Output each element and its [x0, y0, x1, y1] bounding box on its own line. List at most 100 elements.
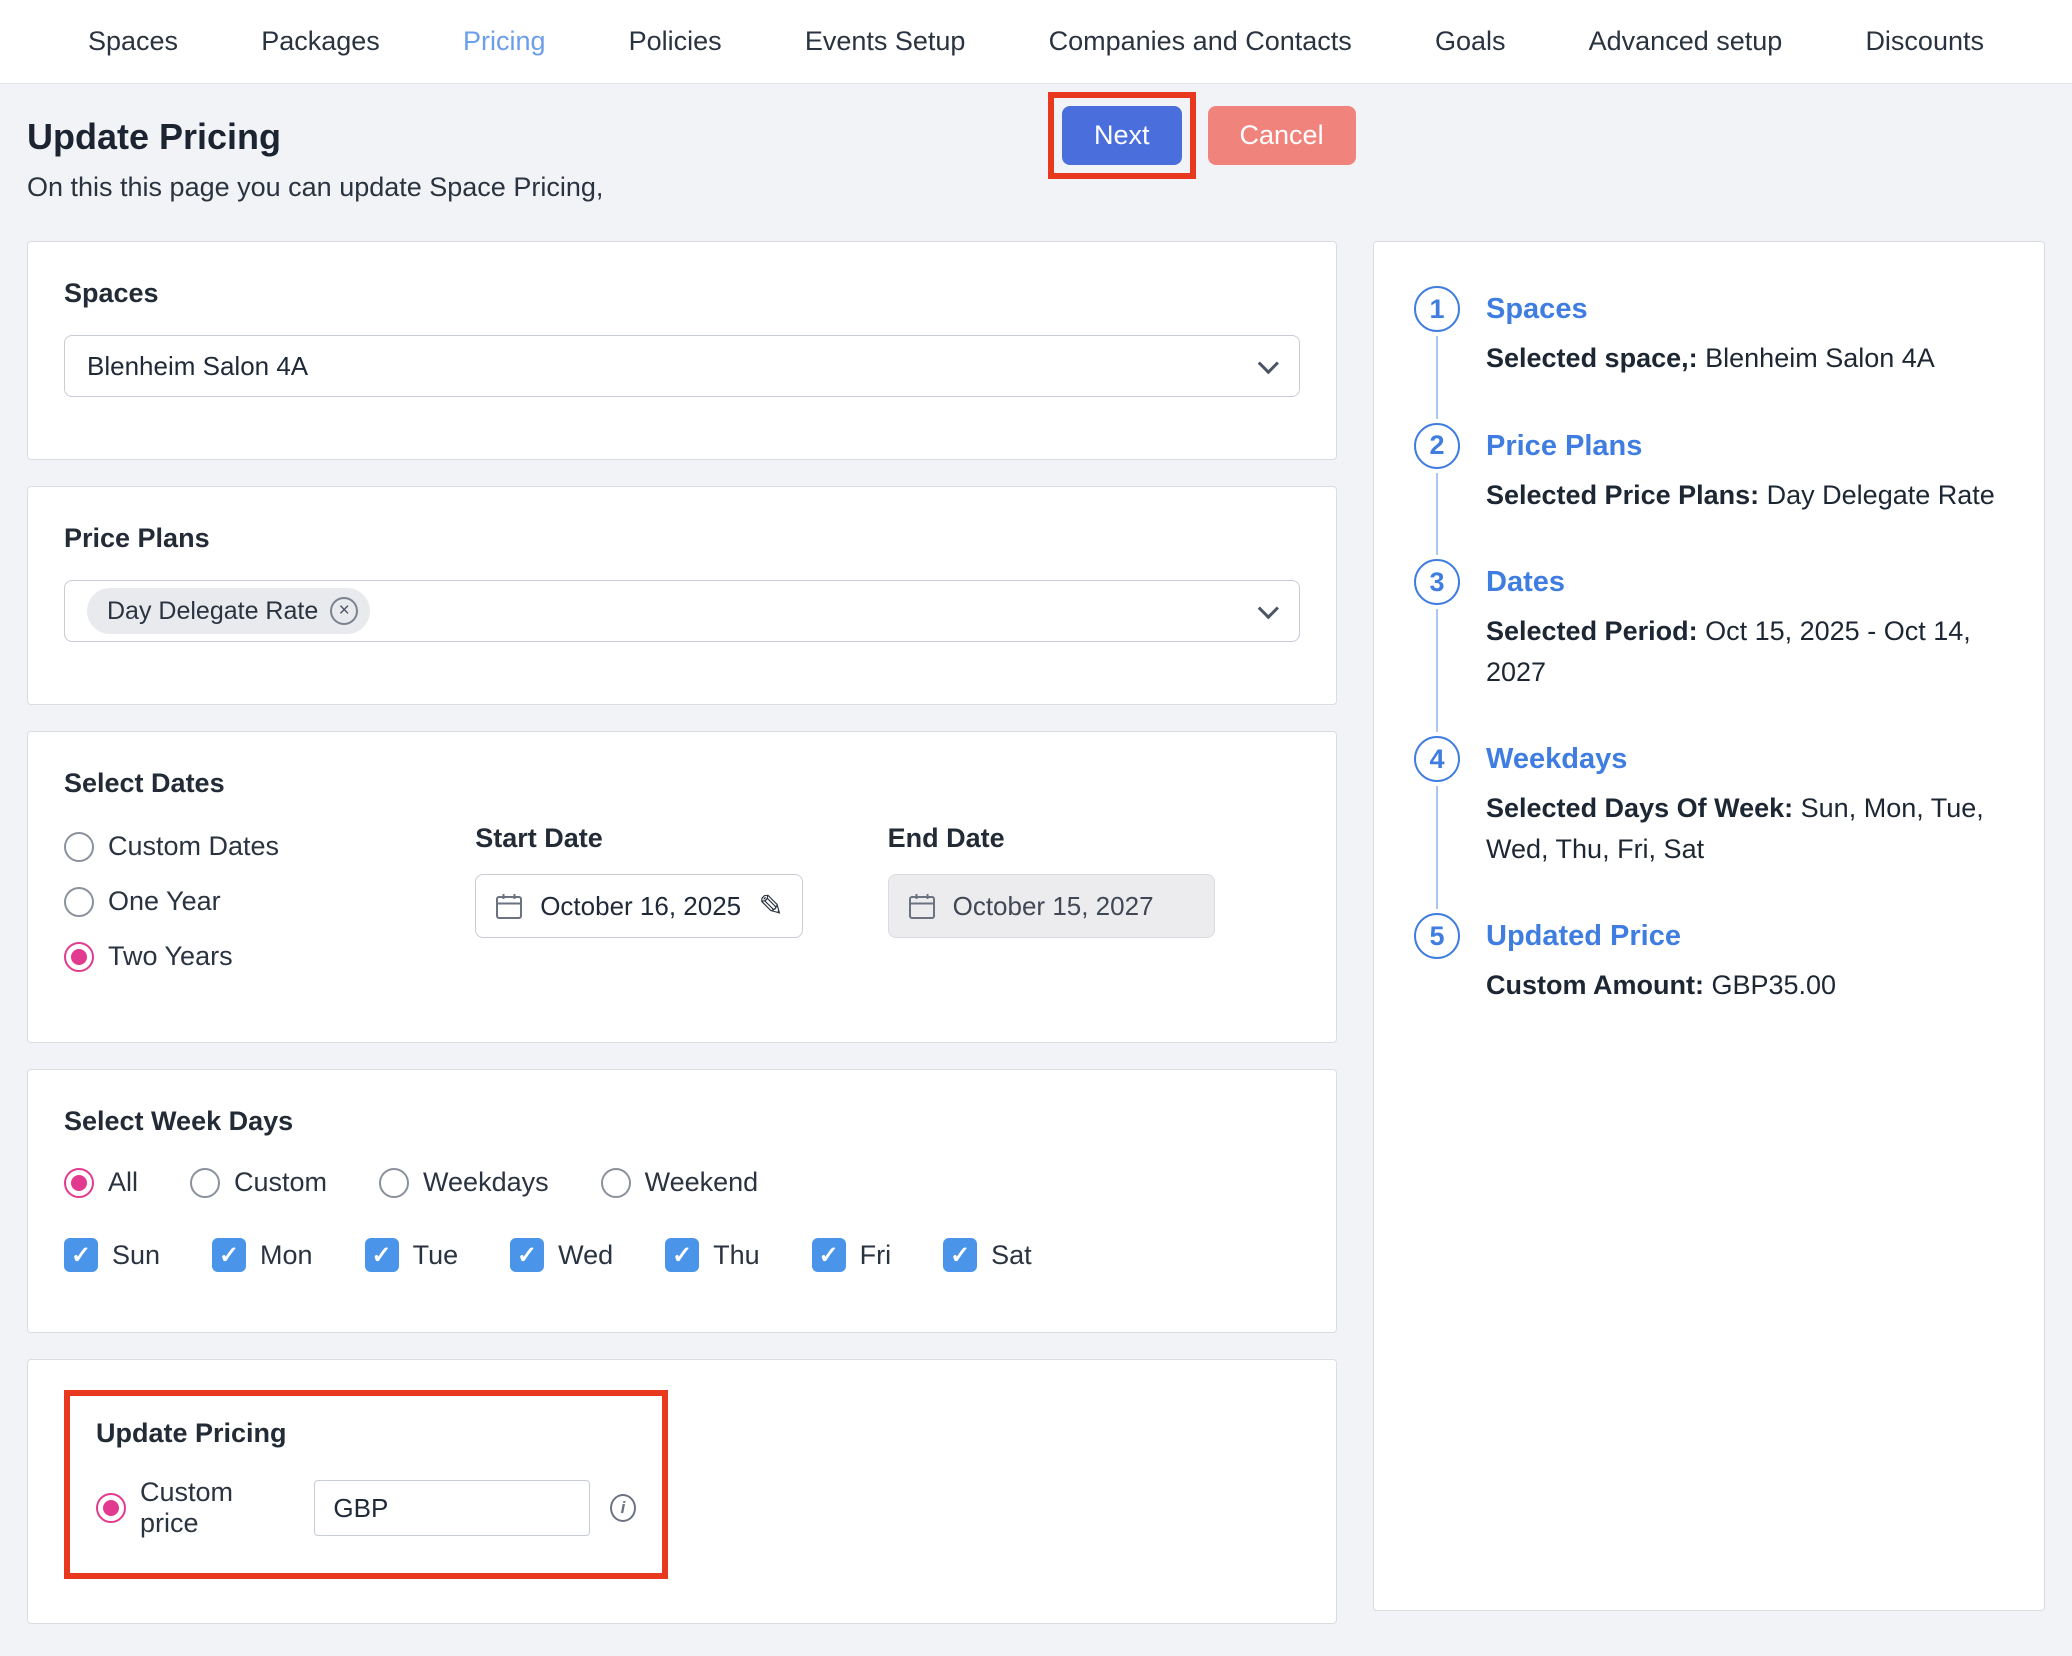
day-checkbox-sun[interactable]: ✓ Sun	[64, 1238, 160, 1272]
tab-discounts[interactable]: Discounts	[1865, 26, 1984, 57]
tab-packages[interactable]: Packages	[261, 26, 380, 57]
checkbox-checked-icon: ✓	[812, 1238, 846, 1272]
radio-icon	[379, 1168, 409, 1198]
price-plans-card-label: Price Plans	[64, 523, 1300, 554]
start-date-input[interactable]: October 16, 2025 ✎	[475, 874, 802, 938]
chevron-down-icon	[1258, 353, 1279, 374]
step-title[interactable]: Weekdays	[1486, 736, 2004, 782]
summary-column: 1 Spaces Selected space,: Blenheim Salon…	[1373, 241, 2045, 1611]
checkbox-checked-icon: ✓	[665, 1238, 699, 1272]
radio-one-year[interactable]: One Year	[64, 886, 475, 917]
update-pricing-card: Update Pricing Custom price GBP i	[27, 1359, 1337, 1624]
cancel-button[interactable]: Cancel	[1208, 106, 1356, 165]
tab-goals[interactable]: Goals	[1435, 26, 1506, 57]
summary-step-price-plans: 2 Price Plans Selected Price Plans: Day …	[1414, 423, 2004, 560]
checkbox-checked-icon: ✓	[510, 1238, 544, 1272]
spaces-select[interactable]: Blenheim Salon 4A	[64, 335, 1300, 397]
checkbox-checked-icon: ✓	[212, 1238, 246, 1272]
tab-pricing[interactable]: Pricing	[463, 26, 546, 57]
next-button[interactable]: Next	[1062, 106, 1182, 165]
summary-step-dates: 3 Dates Selected Period: Oct 15, 2025 - …	[1414, 559, 2004, 736]
step-connector	[1436, 336, 1438, 419]
step-field-label: Custom Amount:	[1486, 970, 1704, 1000]
date-range-options: Custom Dates One Year Two Years	[64, 823, 475, 972]
start-date-group: Start Date October 16, 2025 ✎	[475, 823, 802, 972]
radio-icon-checked	[96, 1493, 126, 1523]
checkbox-checked-icon: ✓	[64, 1238, 98, 1272]
radio-all[interactable]: All	[64, 1167, 138, 1198]
radio-weekend[interactable]: Weekend	[601, 1167, 759, 1198]
radio-icon	[601, 1168, 631, 1198]
price-plan-chip-label: Day Delegate Rate	[107, 597, 318, 626]
currency-label: GBP	[315, 1493, 404, 1524]
day-checkboxes: ✓ Sun ✓ Mon ✓ Tue ✓ Wed ✓ Thu	[64, 1238, 1300, 1272]
header-actions: Next Cancel	[1048, 92, 1356, 179]
summary-step-spaces: 1 Spaces Selected space,: Blenheim Salon…	[1414, 286, 2004, 423]
tab-companies-and-contacts[interactable]: Companies and Contacts	[1049, 26, 1352, 57]
calendar-icon	[494, 891, 524, 921]
update-pricing-highlight-box: Update Pricing Custom price GBP i	[64, 1390, 668, 1579]
day-checkbox-sat[interactable]: ✓ Sat	[943, 1238, 1032, 1272]
step-field-label: Selected Price Plans:	[1486, 480, 1759, 510]
spaces-card-label: Spaces	[64, 278, 1300, 309]
select-week-days-card: Select Week Days All Custom Weekdays Wee…	[27, 1069, 1337, 1333]
custom-price-input-group: GBP	[314, 1480, 590, 1536]
day-checkbox-thu[interactable]: ✓ Thu	[665, 1238, 760, 1272]
select-dates-card: Select Dates Custom Dates One Year Two Y…	[27, 731, 1337, 1043]
spaces-selected-value: Blenheim Salon 4A	[87, 351, 308, 382]
radio-two-years[interactable]: Two Years	[64, 941, 475, 972]
day-checkbox-wed[interactable]: ✓ Wed	[510, 1238, 613, 1272]
radio-icon	[64, 887, 94, 917]
day-checkbox-mon[interactable]: ✓ Mon	[212, 1238, 313, 1272]
step-connector	[1436, 473, 1438, 556]
edit-icon[interactable]: ✎	[758, 889, 783, 924]
step-value: Blenheim Salon 4A	[1705, 343, 1935, 373]
tab-advanced-setup[interactable]: Advanced setup	[1589, 26, 1783, 57]
calendar-icon	[907, 891, 937, 921]
tab-spaces[interactable]: Spaces	[88, 26, 178, 57]
info-icon[interactable]: i	[610, 1494, 636, 1522]
step-field-label: Selected space,:	[1486, 343, 1698, 373]
select-week-days-label: Select Week Days	[64, 1106, 1300, 1137]
tab-policies[interactable]: Policies	[629, 26, 722, 57]
tab-events-setup[interactable]: Events Setup	[805, 26, 966, 57]
page-subtitle: On this this page you can update Space P…	[27, 172, 2045, 203]
chevron-down-icon	[1258, 598, 1279, 619]
step-title[interactable]: Dates	[1486, 559, 2004, 605]
step-field-label: Selected Days Of Week:	[1486, 793, 1793, 823]
week-day-mode-options: All Custom Weekdays Weekend	[64, 1167, 1300, 1198]
step-title[interactable]: Updated Price	[1486, 913, 2004, 959]
start-date-value: October 16, 2025	[540, 891, 741, 922]
price-plan-chip: Day Delegate Rate ×	[87, 588, 370, 634]
radio-weekdays[interactable]: Weekdays	[379, 1167, 549, 1198]
end-date-input: October 15, 2027	[888, 874, 1215, 938]
radio-custom[interactable]: Custom	[190, 1167, 327, 1198]
end-date-value: October 15, 2027	[953, 891, 1154, 922]
step-field-label: Selected Period:	[1486, 616, 1698, 646]
step-value: GBP35.00	[1711, 970, 1836, 1000]
day-checkbox-fri[interactable]: ✓ Fri	[812, 1238, 891, 1272]
radio-custom-dates[interactable]: Custom Dates	[64, 831, 475, 862]
page-title: Update Pricing	[27, 116, 2045, 158]
step-number-badge: 1	[1414, 286, 1460, 332]
select-dates-label: Select Dates	[64, 768, 1300, 799]
next-button-highlight-box: Next	[1048, 92, 1196, 179]
checkbox-checked-icon: ✓	[943, 1238, 977, 1272]
day-checkbox-tue[interactable]: ✓ Tue	[365, 1238, 459, 1272]
step-title[interactable]: Spaces	[1486, 286, 2004, 332]
spaces-card: Spaces Blenheim Salon 4A	[27, 241, 1337, 460]
step-connector	[1436, 786, 1438, 909]
price-plans-select[interactable]: Day Delegate Rate ×	[64, 580, 1300, 642]
step-title[interactable]: Price Plans	[1486, 423, 2004, 469]
step-value: Day Delegate Rate	[1767, 480, 1995, 510]
radio-custom-price[interactable]: Custom price	[96, 1477, 282, 1539]
step-number-badge: 3	[1414, 559, 1460, 605]
step-connector	[1436, 609, 1438, 732]
end-date-label: End Date	[888, 823, 1215, 854]
step-number-badge: 2	[1414, 423, 1460, 469]
remove-chip-icon[interactable]: ×	[330, 597, 358, 625]
top-nav: Spaces Packages Pricing Policies Events …	[0, 0, 2072, 84]
update-pricing-label: Update Pricing	[96, 1418, 636, 1449]
amount-input[interactable]	[404, 1481, 590, 1535]
radio-icon-checked	[64, 942, 94, 972]
